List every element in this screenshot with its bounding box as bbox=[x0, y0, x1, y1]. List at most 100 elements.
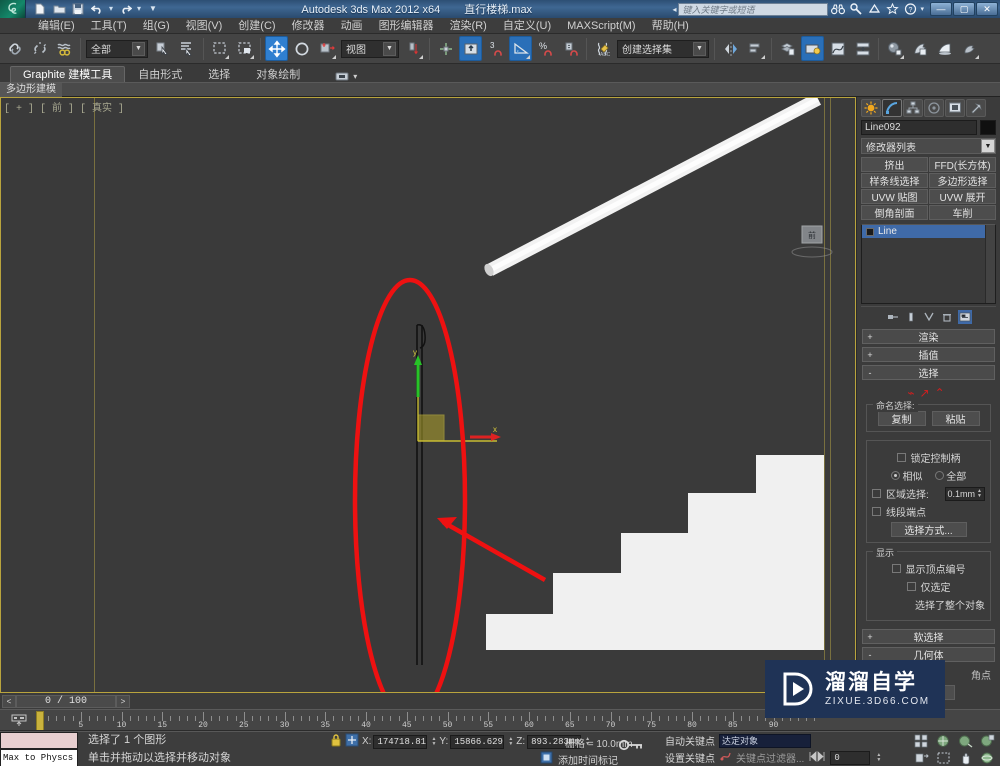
object-name-field[interactable]: Line092 bbox=[861, 120, 977, 135]
add-time-tag-icon[interactable] bbox=[540, 751, 553, 766]
zoom-all-icon[interactable] bbox=[932, 732, 954, 749]
named-selection-set-combo[interactable]: 创建选择集 ▼ bbox=[617, 39, 709, 58]
menu-graph-editors[interactable]: 图形编辑器 bbox=[371, 18, 442, 34]
all-radio-group[interactable]: 全部 bbox=[934, 468, 966, 483]
chevron-down-icon[interactable]: ▼ bbox=[693, 41, 706, 56]
create-tab[interactable] bbox=[861, 99, 881, 117]
minimize-button[interactable]: — bbox=[930, 2, 952, 16]
viewport[interactable]: [ + ] [ 前 ] [ 真实 ] y x 前 bbox=[0, 97, 856, 693]
pan-icon[interactable] bbox=[954, 749, 976, 766]
select-by-button[interactable]: 选择方式... bbox=[890, 522, 967, 537]
curve-editor-icon[interactable] bbox=[826, 36, 849, 61]
unlink-icon[interactable] bbox=[28, 36, 51, 61]
coord-x-field[interactable]: X: 174718.81 ▲ ▼ bbox=[362, 734, 436, 749]
viewport-label[interactable]: [ + ] [ 前 ] [ 真实 ] bbox=[4, 99, 124, 115]
modifier-extrude-button[interactable]: 挤出 bbox=[861, 157, 928, 172]
edit-named-selection-icon[interactable]: ABC bbox=[591, 36, 614, 61]
save-icon[interactable] bbox=[70, 2, 86, 17]
ribbon-dropdown[interactable]: ▾ bbox=[335, 71, 357, 82]
wrench-icon[interactable] bbox=[848, 2, 864, 16]
lock-selection-icon[interactable] bbox=[330, 733, 342, 750]
graphite-toggle-icon[interactable] bbox=[801, 36, 824, 61]
open-mini-curve-editor-icon[interactable] bbox=[10, 713, 28, 727]
window-crossing-icon[interactable] bbox=[233, 36, 256, 61]
alike-radio-group[interactable]: 相似 bbox=[890, 468, 923, 483]
spinner-arrows-icon[interactable]: ▲ ▼ bbox=[508, 736, 513, 747]
selected-only-checkbox[interactable] bbox=[906, 582, 916, 591]
tab-graphite-modeling-tools[interactable]: Graphite 建模工具 bbox=[10, 66, 126, 82]
spinner-snap-icon[interactable] bbox=[559, 36, 582, 61]
paste-button[interactable]: 粘贴 bbox=[931, 411, 980, 426]
viewcube[interactable]: 前 bbox=[790, 222, 834, 258]
rect-selection-region-icon[interactable] bbox=[208, 36, 231, 61]
rollout-geometry-toggle[interactable]: - bbox=[863, 650, 877, 660]
schematic-view-icon[interactable] bbox=[851, 36, 874, 61]
use-selection-center-icon[interactable] bbox=[434, 36, 457, 61]
remove-modifier-icon[interactable] bbox=[940, 310, 954, 324]
select-object-icon[interactable] bbox=[151, 36, 174, 61]
tab-freeform[interactable]: 自由形式 bbox=[125, 66, 195, 82]
coord-y-input[interactable]: 15866.629 bbox=[450, 734, 505, 749]
modifier-lathe-button[interactable]: 车削 bbox=[929, 205, 996, 220]
modifier-unwrap-uvw-button[interactable]: UVW 展开 bbox=[929, 189, 996, 204]
menu-help[interactable]: 帮助(H) bbox=[644, 18, 697, 34]
copy-button[interactable]: 复制 bbox=[877, 411, 926, 426]
help-icon[interactable]: ? bbox=[902, 2, 918, 16]
menu-edit[interactable]: 编辑(E) bbox=[30, 18, 83, 34]
display-tab[interactable] bbox=[945, 99, 965, 117]
customize-icon[interactable]: ▼ bbox=[145, 2, 161, 17]
coord-x-input[interactable]: 174718.81 bbox=[373, 734, 428, 749]
undo-dropdown-icon[interactable]: ▾ bbox=[108, 2, 114, 17]
orbit-icon[interactable] bbox=[976, 749, 998, 766]
frame-display[interactable]: 0 / 100 bbox=[16, 694, 116, 708]
use-pivot-center-icon[interactable] bbox=[402, 36, 425, 61]
menu-rendering[interactable]: 渲染(R) bbox=[442, 18, 495, 34]
select-link-icon[interactable] bbox=[3, 36, 26, 61]
rollout-soft-selection[interactable]: + 软选择 bbox=[862, 629, 995, 644]
app-logo-button[interactable] bbox=[0, 0, 26, 18]
bind-space-warp-icon[interactable] bbox=[53, 36, 76, 61]
rollout-interpolation[interactable]: + 插值 bbox=[862, 347, 995, 362]
align-icon[interactable] bbox=[744, 36, 767, 61]
select-and-move-icon[interactable] bbox=[265, 36, 288, 61]
select-by-name-icon[interactable] bbox=[176, 36, 199, 61]
set-key-button[interactable]: 设置关键点 bbox=[665, 750, 715, 765]
all-radio[interactable] bbox=[934, 471, 944, 480]
undo-icon[interactable] bbox=[89, 2, 105, 17]
angle-snap-icon[interactable]: 3 bbox=[484, 36, 507, 61]
modifier-spline-select-button[interactable]: 样条线选择 bbox=[861, 173, 928, 188]
modifier-uvw-map-button[interactable]: UVW 贴图 bbox=[861, 189, 928, 204]
key-filters-button[interactable]: 关键点过滤器... bbox=[736, 750, 804, 765]
hierarchy-tab[interactable] bbox=[903, 99, 923, 117]
new-icon[interactable] bbox=[32, 2, 48, 17]
subscription-icon[interactable] bbox=[866, 2, 882, 16]
maximize-button[interactable]: ▢ bbox=[953, 2, 975, 16]
tab-object-paint[interactable]: 对象绘制 bbox=[243, 66, 313, 82]
chevron-down-icon[interactable]: ▼ bbox=[981, 139, 995, 153]
modifier-stack[interactable]: Line bbox=[861, 224, 996, 304]
angle-snap-toggle-icon[interactable] bbox=[509, 36, 532, 61]
time-slider-handle[interactable] bbox=[36, 711, 44, 730]
menu-modifiers[interactable]: 修改器 bbox=[284, 18, 333, 34]
menu-views[interactable]: 视图(V) bbox=[178, 18, 231, 34]
selection-filter-combo[interactable]: 全部 ▼ bbox=[86, 39, 148, 58]
modifier-stack-item-line[interactable]: Line bbox=[862, 225, 995, 238]
rollout-interpolation-toggle[interactable]: + bbox=[863, 350, 877, 360]
modifier-poly-select-button[interactable]: 多边形选择 bbox=[929, 173, 996, 188]
object-color-swatch[interactable] bbox=[980, 120, 996, 135]
chevron-down-icon[interactable]: ▼ bbox=[132, 41, 145, 56]
maxscript-mini-listener[interactable]: Max to Physcs ( bbox=[0, 749, 78, 766]
help-dropdown-icon[interactable]: ▾ bbox=[920, 5, 924, 13]
next-frame-button[interactable]: > bbox=[116, 694, 130, 708]
render-setup-icon[interactable] bbox=[908, 36, 931, 61]
maxscript-mini-listener-pink[interactable] bbox=[0, 732, 78, 749]
key-step-icon[interactable] bbox=[808, 750, 826, 765]
layer-manager-icon[interactable] bbox=[776, 36, 799, 61]
rollout-soft-selection-toggle[interactable]: + bbox=[863, 632, 877, 642]
spinner-arrows-icon[interactable]: ▲ ▼ bbox=[431, 736, 436, 747]
material-editor-icon[interactable] bbox=[883, 36, 906, 61]
redo-dropdown-icon[interactable]: ▾ bbox=[136, 2, 142, 17]
percent-snap-icon[interactable]: % bbox=[534, 36, 557, 61]
close-button[interactable]: ✕ bbox=[976, 2, 998, 16]
current-frame-input[interactable]: 0 bbox=[830, 750, 871, 765]
